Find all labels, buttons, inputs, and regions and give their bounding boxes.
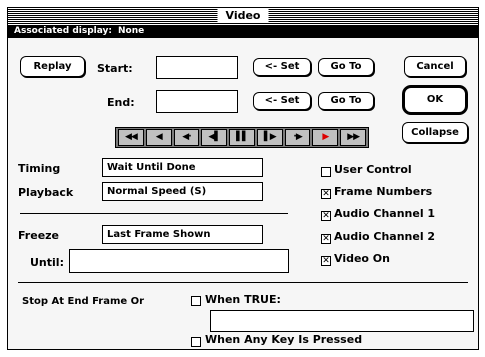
when-true-label: When TRUE:: [205, 293, 281, 306]
any-key-label: When Any Key Is Pressed: [205, 333, 363, 346]
end-set-button[interactable]: <- Set: [253, 92, 311, 110]
end-label: End:: [107, 96, 135, 109]
until-label: Until:: [30, 256, 64, 269]
frame-forward-icon[interactable]: ▌▶: [256, 129, 283, 146]
associated-display-label: Associated display:: [14, 26, 113, 36]
video-on-checkbox[interactable]: ✕: [321, 256, 331, 266]
until-field[interactable]: [69, 249, 289, 273]
collapse-button[interactable]: Collapse: [402, 122, 468, 143]
check-mark: ✕: [322, 189, 330, 199]
frame-numbers-checkbox[interactable]: ✕: [321, 189, 331, 199]
end-field[interactable]: [156, 90, 238, 113]
rewind-fast-icon[interactable]: ◀◀: [118, 129, 144, 146]
frame-numbers-label: Frame Numbers: [334, 185, 433, 198]
start-set-button[interactable]: <- Set: [253, 58, 311, 76]
user-control-checkbox[interactable]: [321, 167, 331, 177]
audio-channel-1-checkbox[interactable]: ✕: [321, 211, 331, 221]
title-bar[interactable]: Video: [8, 8, 478, 26]
video-dialog: Video Associated display: None Replay Sta…: [7, 7, 479, 350]
frame-back-icon[interactable]: ◀▌: [201, 129, 228, 146]
timing-popup[interactable]: Wait Until Done: [102, 158, 263, 177]
timing-label: Timing: [18, 162, 61, 175]
check-mark: ✕: [322, 211, 330, 221]
video-on-label: Video On: [334, 252, 390, 265]
fast-forward-icon[interactable]: ▶▶: [340, 129, 367, 146]
forward-slow-icon[interactable]: ·▶: [284, 129, 311, 146]
window-title: Video: [217, 9, 269, 23]
when-true-checkbox[interactable]: [191, 296, 201, 306]
start-goto-button[interactable]: Go To: [318, 58, 374, 76]
divider: [18, 282, 468, 283]
step-back-icon[interactable]: ◀: [145, 129, 172, 146]
associated-display-value: None: [118, 26, 145, 36]
play-icon[interactable]: ▶: [312, 129, 339, 146]
check-mark: ✕: [322, 256, 330, 266]
stop-at-end-label: Stop At End Frame Or: [22, 296, 145, 307]
any-key-checkbox[interactable]: [191, 337, 201, 347]
back-slow-icon[interactable]: ◀·: [173, 129, 200, 146]
associated-display-bar: Associated display: None: [8, 25, 478, 38]
replay-button[interactable]: Replay: [20, 56, 85, 77]
start-field[interactable]: [156, 56, 238, 79]
audio-channel-1-label: Audio Channel 1: [334, 207, 436, 220]
check-mark: ✕: [322, 234, 330, 244]
pause-icon[interactable]: ▌▌: [229, 129, 255, 146]
ok-button[interactable]: OK: [402, 85, 468, 115]
when-true-field[interactable]: [210, 310, 474, 332]
freeze-popup[interactable]: Last Frame Shown: [102, 225, 263, 244]
playback-label: Playback: [18, 186, 74, 199]
playback-popup[interactable]: Normal Speed (S): [102, 182, 263, 201]
user-control-label: User Control: [334, 163, 412, 176]
transport-controls: ◀◀ ◀ ◀· ◀▌ ▌▌ ▌▶ ·▶ ▶ ▶▶: [115, 127, 369, 148]
freeze-label: Freeze: [18, 229, 60, 242]
cancel-button[interactable]: Cancel: [404, 56, 466, 77]
end-goto-button[interactable]: Go To: [318, 92, 374, 110]
audio-channel-2-label: Audio Channel 2: [334, 230, 436, 243]
start-label: Start:: [97, 62, 133, 75]
audio-channel-2-checkbox[interactable]: ✕: [321, 234, 331, 244]
divider: [20, 213, 288, 214]
